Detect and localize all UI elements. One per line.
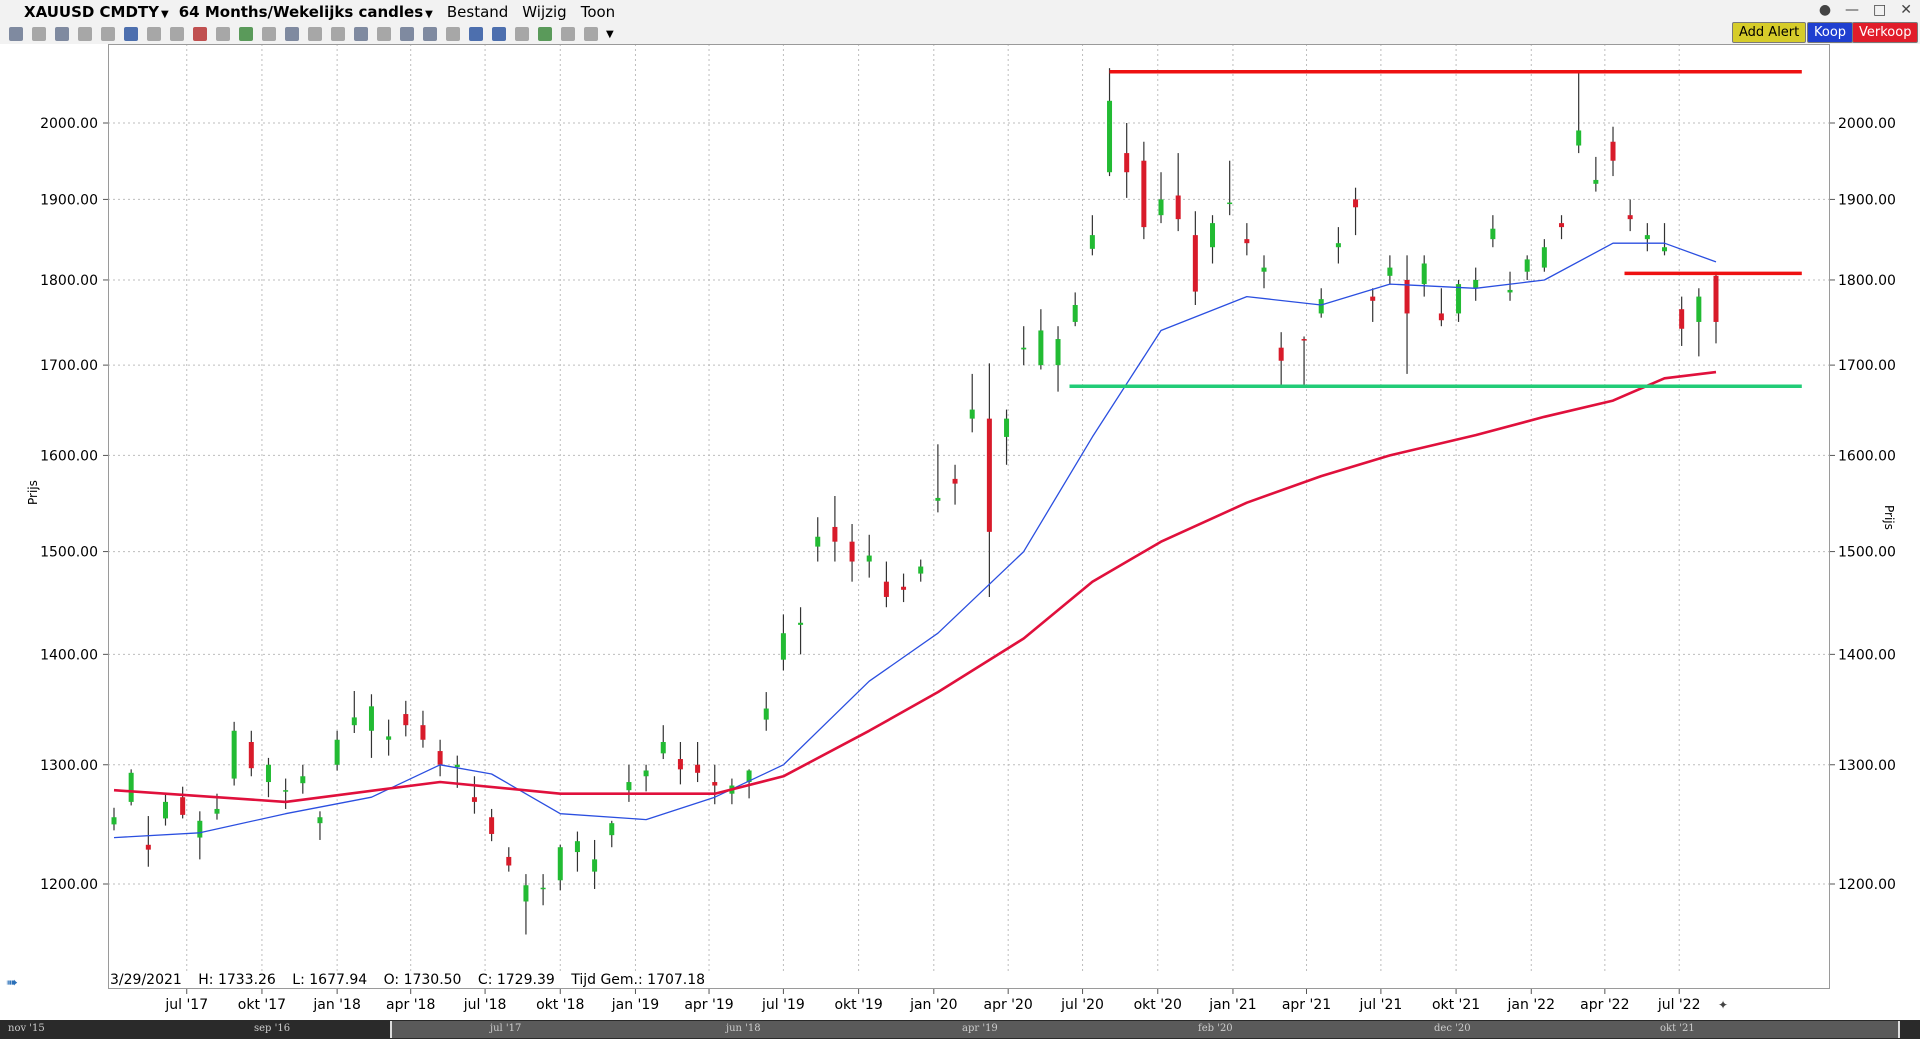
navigator-label: apr '19	[962, 1023, 998, 1034]
x-tick-label: jan '20	[909, 997, 957, 1013]
y-tick-label-right: 1700.00	[1838, 358, 1896, 374]
x-tick-label: apr '18	[386, 997, 435, 1013]
y-axis-title-left: Prijs	[26, 480, 40, 505]
y-tick-label-left: 1500.00	[40, 545, 98, 561]
plot-frame	[108, 44, 1830, 989]
info-average: Tijd Gem.: 1707.18	[571, 972, 706, 988]
x-tick-label: jan '19	[611, 997, 659, 1013]
y-tick-label-right: 1400.00	[1838, 647, 1896, 663]
navigator-label: dec '20	[1434, 1023, 1471, 1034]
x-tick-label: jan '21	[1208, 997, 1256, 1013]
y-tick-label-left: 1900.00	[40, 192, 98, 208]
y-tick-label-left: 1600.00	[40, 448, 98, 464]
y-tick-label-right: 1200.00	[1838, 877, 1896, 893]
y-tick-label-left: 1300.00	[40, 758, 98, 774]
y-tick-label-right: 1300.00	[1838, 758, 1896, 774]
time-cursor-icon: ✦	[1718, 998, 1728, 1012]
y-tick-label-right: 1600.00	[1838, 448, 1896, 464]
navigator-label: nov '15	[8, 1023, 45, 1034]
x-tick-label: okt '19	[834, 997, 882, 1013]
x-tick-label: okt '21	[1432, 997, 1480, 1013]
navigator-label: jul '17	[490, 1023, 522, 1034]
navigator-label: feb '20	[1198, 1023, 1233, 1034]
ohlc-info-bar: 3/29/2021 H: 1733.26 L: 1677.94 O: 1730.…	[110, 972, 717, 988]
y-tick-label-right: 1500.00	[1838, 545, 1896, 561]
x-tick-label: apr '19	[684, 997, 733, 1013]
x-tick-label: apr '21	[1282, 997, 1331, 1013]
y-tick-label-left: 1200.00	[40, 877, 98, 893]
info-date: 3/29/2021	[110, 972, 182, 988]
x-tick-label: jul '17	[164, 997, 208, 1013]
navigator-label: jun '18	[726, 1023, 761, 1034]
y-tick-label-right: 2000.00	[1838, 116, 1896, 132]
info-close: C: 1729.39	[477, 972, 555, 988]
info-open: O: 1730.50	[383, 972, 462, 988]
y-tick-label-left: 1800.00	[40, 273, 98, 289]
y-tick-label-right: 1900.00	[1838, 192, 1896, 208]
y-tick-label-left: 2000.00	[40, 116, 98, 132]
info-high: H: 1733.26	[198, 972, 276, 988]
x-tick-label: jan '18	[312, 997, 360, 1013]
navigator-label: okt '21	[1660, 1023, 1695, 1034]
x-tick-label: jul '20	[1060, 997, 1104, 1013]
y-axis-title-right: Prijs	[1882, 505, 1896, 530]
y-tick-label-right: 1800.00	[1838, 273, 1896, 289]
x-tick-label: jul '19	[761, 997, 805, 1013]
navigator-label: sep '16	[254, 1023, 291, 1034]
x-tick-label: okt '20	[1134, 997, 1182, 1013]
y-tick-label-left: 1400.00	[40, 647, 98, 663]
scroll-left-arrow-icon[interactable]: ➠	[6, 975, 18, 991]
y-tick-label-left: 1700.00	[40, 358, 98, 374]
x-tick-label: jan '22	[1507, 997, 1555, 1013]
x-tick-label: jul '21	[1359, 997, 1403, 1013]
x-tick-label: okt '17	[238, 997, 286, 1013]
x-tick-label: apr '20	[984, 997, 1033, 1013]
x-tick-label: apr '22	[1580, 997, 1629, 1013]
info-low: L: 1677.94	[292, 972, 368, 988]
x-tick-label: jul '22	[1657, 997, 1701, 1013]
x-tick-label: jul '18	[463, 997, 507, 1013]
x-tick-label: okt '18	[536, 997, 584, 1013]
